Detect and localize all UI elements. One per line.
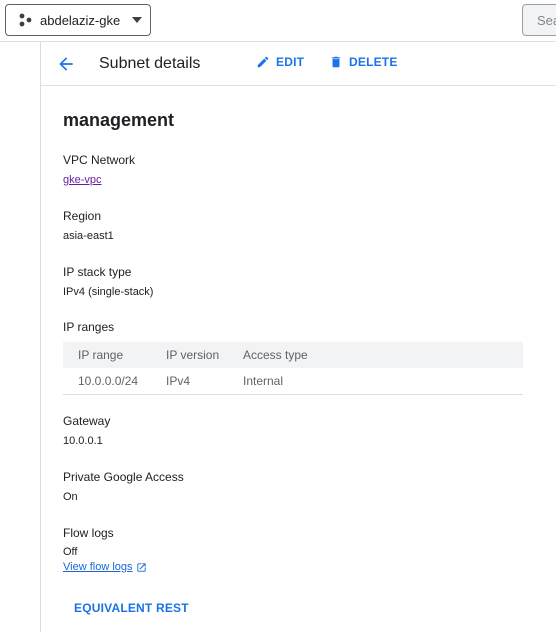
region-label: Region [63, 209, 102, 223]
trash-icon [331, 56, 341, 68]
page-title: Subnet details [99, 55, 201, 72]
delete-label: DELETE [349, 55, 398, 69]
column-header: IP version [166, 342, 243, 368]
view-flow-logs-label: View flow logs [63, 561, 133, 573]
private-access-value: On [63, 491, 78, 503]
equivalent-rest-button[interactable]: EQUIVALENT REST [74, 601, 189, 615]
search-input[interactable] [537, 12, 556, 28]
view-flow-logs-link[interactable]: View flow logs [63, 561, 147, 573]
ip-stack-label: IP stack type [63, 265, 132, 279]
subnet-name: management [63, 110, 175, 130]
pencil-icon [257, 56, 269, 68]
vpc-network-label: VPC Network [63, 153, 136, 167]
ip-ranges-label: IP ranges [63, 320, 115, 334]
chevron-down-icon [132, 17, 143, 23]
flow-logs-value: Off [63, 546, 78, 558]
search-box[interactable] [522, 4, 556, 36]
edit-label: EDIT [276, 55, 305, 69]
column-header: Access type [243, 342, 523, 368]
edit-button[interactable]: EDIT [256, 55, 304, 69]
project-picker[interactable]: abdelaziz-gke [5, 4, 151, 36]
table-header-row: IP range IP version Access type [63, 342, 523, 368]
table-cell: IPv4 [166, 368, 243, 395]
table-row: 10.0.0.0/24 IPv4 Internal [63, 368, 523, 395]
project-name: abdelaziz-gke [40, 12, 121, 28]
flow-logs-label: Flow logs [63, 526, 114, 540]
top-bar: abdelaziz-gke [0, 0, 556, 42]
region-value: asia-east1 [63, 230, 114, 242]
open-in-new-icon [136, 562, 146, 572]
table-cell: Internal [243, 368, 523, 395]
page-header: Subnet details EDIT DELETE [41, 42, 556, 86]
delete-button[interactable]: DELETE [329, 55, 398, 69]
left-divider [40, 42, 41, 632]
ip-stack-value: IPv4 (single-stack) [63, 286, 154, 298]
private-access-label: Private Google Access [63, 470, 184, 484]
table-cell: 10.0.0.0/24 [63, 368, 166, 395]
ip-ranges-table: IP range IP version Access type 10.0.0.0… [63, 342, 523, 395]
column-header: IP range [63, 342, 166, 368]
vpc-network-link[interactable]: gke-vpc [63, 174, 102, 186]
arrow-back-icon[interactable] [56, 54, 76, 74]
gateway-value: 10.0.0.1 [63, 435, 103, 447]
project-nodes-icon [19, 13, 32, 27]
gateway-label: Gateway [63, 414, 111, 428]
